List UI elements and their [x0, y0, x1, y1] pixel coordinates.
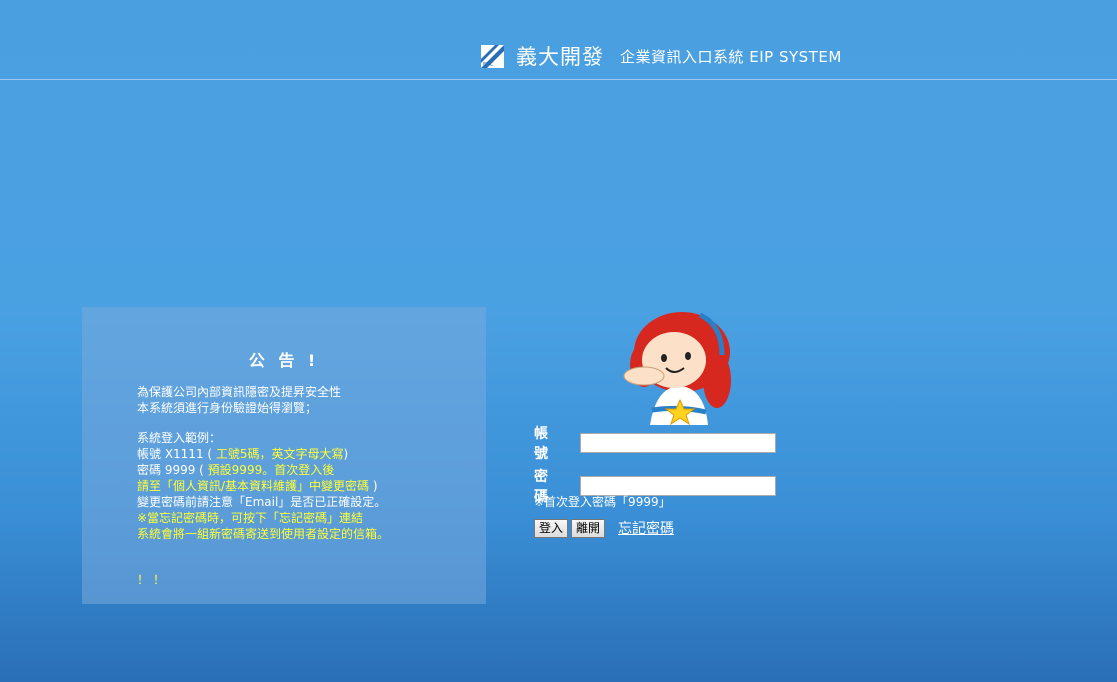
login-example-title: 系統登入範例：	[137, 431, 222, 445]
forgot-note-2: 系統會將一組新密碼寄送到使用者設定的信箱。	[137, 527, 390, 541]
brand: EDC 義大開發 企業資訊入口系統 EIP SYSTEM	[481, 42, 842, 70]
forgot-password-link[interactable]: 忘記密碼	[618, 518, 674, 538]
account-label: 帳 號	[534, 426, 554, 462]
system-name: 企業資訊入口系統 EIP SYSTEM	[620, 47, 842, 66]
mascot-girl-icon	[623, 312, 731, 425]
account-example: 帳號 X1111 ( 工號5碼，英文字母大寫)	[137, 447, 349, 461]
company-logo-icon: EDC	[481, 44, 504, 68]
announcement-end-mark: ！！	[137, 573, 170, 587]
login-button[interactable]: 登入	[534, 518, 569, 538]
announcement-panel: 公 告 ! 為保護公司內部資訊隱密及提昇安全性 本系統須進行身份驗證始得瀏覽； …	[82, 307, 486, 604]
account-input[interactable]	[580, 433, 776, 453]
forgot-note-1: ※當忘記密碼時，可按下「忘記密碼」連結	[137, 511, 364, 525]
button-row: 登入 離開 忘記密碼	[534, 518, 674, 538]
account-row: 帳 號	[534, 423, 776, 463]
svg-text:EDC: EDC	[483, 62, 494, 68]
login-form: 帳 號 密 碼 ※首次登入密碼「9999」 登入 離開 忘記密碼	[534, 310, 794, 550]
announcement-body: 為保護公司內部資訊隱密及提昇安全性 本系統須進行身份驗證始得瀏覽； 系統登入範例…	[137, 384, 467, 542]
top-header: EDC 義大開發 企業資訊入口系統 EIP SYSTEM	[0, 0, 1117, 80]
change-password-note: 請至「個人資訊/基本資料維護」中變更密碼 )	[137, 479, 378, 493]
notice-line: 本系統須進行身份驗證始得瀏覽；	[137, 401, 318, 415]
announcement-title: 公 告 !	[248, 351, 320, 370]
notice-line: 為保護公司內部資訊隱密及提昇安全性	[137, 385, 342, 399]
company-name: 義大開發	[516, 45, 604, 69]
password-example: 密碼 9999 ( 預設9999。首次登入後	[137, 463, 335, 477]
leave-button[interactable]: 離開	[571, 518, 606, 538]
email-note: 變更密碼前請注意「Email」是否已正確設定。	[137, 495, 387, 509]
first-login-hint: ※首次登入密碼「9999」	[534, 495, 671, 509]
